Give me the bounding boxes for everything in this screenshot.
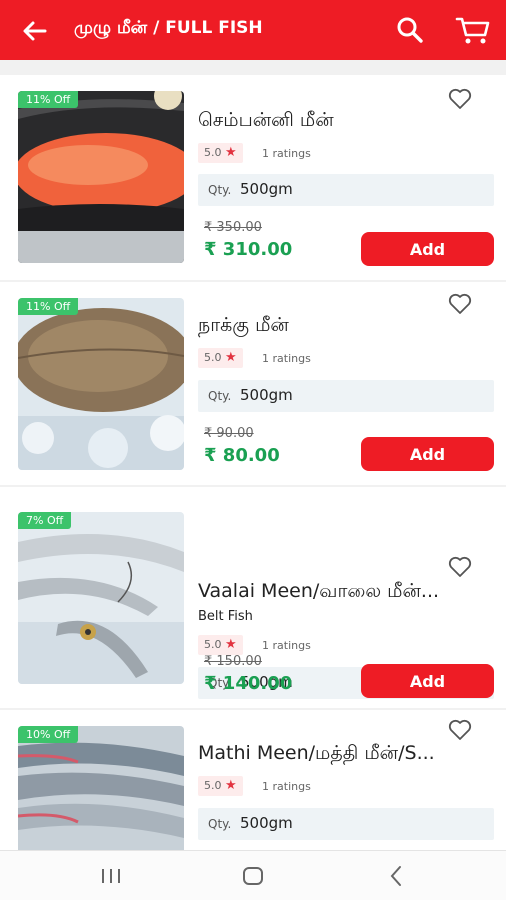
quantity-selector[interactable]: Qty. 500gm [198,174,494,206]
wishlist-heart-icon[interactable] [447,718,473,742]
qty-label: Qty. [208,183,232,197]
wishlist-heart-icon[interactable] [447,555,473,579]
rating-value: 5.0 [204,638,222,651]
back-arrow-icon[interactable] [18,14,52,48]
fish-photo [18,512,184,684]
product-subtitle: Belt Fish [198,609,253,624]
product-name[interactable]: செம்பன்னி மீன் [198,109,496,134]
product-card[interactable]: 10% Off Mathi Meen/மத்தி மீன்/S... 5.0 ★… [0,710,506,850]
original-price: ₹ 90.00 [204,426,254,441]
rating-value: 5.0 [204,351,222,364]
sale-price: ₹ 80.00 [204,445,280,466]
back-chevron-icon[interactable] [388,865,404,887]
product-image[interactable]: 11% Off [18,298,184,470]
product-image[interactable]: 10% Off [18,726,184,850]
recent-apps-icon[interactable] [100,867,122,885]
star-icon: ★ [225,637,237,652]
discount-badge: 10% Off [18,726,79,743]
fish-photo [18,726,184,850]
product-name[interactable]: Vaalai Meen/வாலை மீன்... [198,580,496,605]
system-nav-bar [0,850,506,900]
wishlist-heart-icon[interactable] [447,292,473,316]
product-card[interactable]: 11% Off நாக்கு மீன் 5.0 ★ 1 ratings Qty.… [0,282,506,485]
original-price: ₹ 150.00 [204,654,262,669]
ratings-count: 1 ratings [262,639,311,652]
qty-value: 500gm [240,180,293,198]
fish-photo [18,298,184,470]
rating-badge: 5.0 ★ [198,143,243,163]
cart-icon[interactable] [454,13,492,47]
discount-badge: 7% Off [18,512,72,529]
qty-label: Qty. [208,389,232,403]
ratings-count: 1 ratings [262,780,311,793]
product-name[interactable]: Mathi Meen/மத்தி மீன்/S... [198,742,496,767]
discount-badge: 11% Off [18,298,79,315]
product-name[interactable]: நாக்கு மீன் [198,314,496,339]
sale-price: ₹ 140.00 [204,673,293,694]
ratings-count: 1 ratings [262,352,311,365]
original-price: ₹ 350.00 [204,220,262,235]
rating-badge: 5.0 ★ [198,348,243,368]
rating-value: 5.0 [204,146,222,159]
rating-badge: 5.0 ★ [198,776,243,796]
page-title: முழு மீன் / FULL FISH [74,18,263,38]
fish-photo [18,91,184,263]
qty-label: Qty. [208,817,232,831]
quantity-selector[interactable]: Qty. 500gm [198,808,494,840]
search-icon[interactable] [394,14,426,46]
rating-badge: 5.0 ★ [198,635,243,655]
star-icon: ★ [225,350,237,365]
app-screen: முழு மீன் / FULL FISH 11% Off செம்பன்னி … [0,0,506,900]
product-image[interactable]: 7% Off [18,512,184,684]
add-button[interactable]: Add [361,437,494,471]
top-app-bar: முழு மீன் / FULL FISH [0,0,506,60]
home-icon[interactable] [242,865,264,887]
product-card[interactable]: 11% Off செம்பன்னி மீன் 5.0 ★ 1 ratings Q… [0,75,506,280]
quantity-selector[interactable]: Qty. 500gm [198,380,494,412]
sale-price: ₹ 310.00 [204,239,293,260]
star-icon: ★ [225,778,237,793]
qty-value: 500gm [240,386,293,404]
star-icon: ★ [225,145,237,160]
product-list: 11% Off செம்பன்னி மீன் 5.0 ★ 1 ratings Q… [0,60,506,850]
add-button[interactable]: Add [361,664,494,698]
discount-badge: 11% Off [18,91,79,108]
product-image[interactable]: 11% Off [18,91,184,263]
wishlist-heart-icon[interactable] [447,87,473,111]
qty-value: 500gm [240,814,293,832]
ratings-count: 1 ratings [262,147,311,160]
rating-value: 5.0 [204,779,222,792]
add-button[interactable]: Add [361,232,494,266]
